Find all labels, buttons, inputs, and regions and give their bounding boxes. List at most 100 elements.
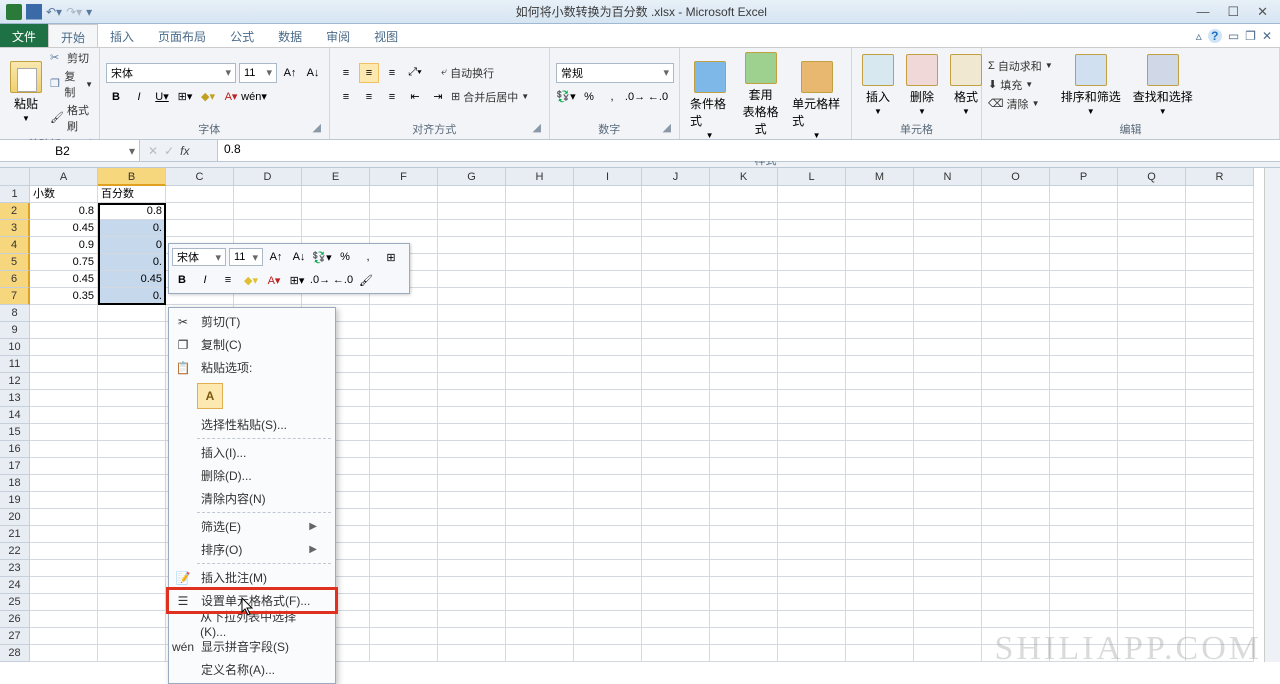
- cell-N19[interactable]: [914, 492, 982, 509]
- cell-A2[interactable]: 0.8: [30, 203, 98, 220]
- cell-N17[interactable]: [914, 458, 982, 475]
- cell-M18[interactable]: [846, 475, 914, 492]
- cell-P19[interactable]: [1050, 492, 1118, 509]
- cell-R25[interactable]: [1186, 594, 1254, 611]
- dropdown-icon[interactable]: ▼: [22, 114, 30, 123]
- cell-O15[interactable]: [982, 424, 1050, 441]
- cell-B11[interactable]: [98, 356, 166, 373]
- row-header-4[interactable]: 4: [0, 237, 30, 254]
- increase-font-button[interactable]: A↑: [280, 63, 300, 83]
- col-header-K[interactable]: K: [710, 168, 778, 186]
- cell-Q13[interactable]: [1118, 390, 1186, 407]
- comma-button[interactable]: ,: [602, 87, 622, 107]
- dropdown-icon[interactable]: ▾: [663, 66, 669, 79]
- align-middle-button[interactable]: ≡: [359, 63, 379, 83]
- cell-L4[interactable]: [778, 237, 846, 254]
- cell-Q8[interactable]: [1118, 305, 1186, 322]
- cell-L21[interactable]: [778, 526, 846, 543]
- cell-N14[interactable]: [914, 407, 982, 424]
- cell-A6[interactable]: 0.45: [30, 271, 98, 288]
- cell-I4[interactable]: [574, 237, 642, 254]
- cell-G14[interactable]: [438, 407, 506, 424]
- cell-A9[interactable]: [30, 322, 98, 339]
- dropdown-icon[interactable]: ▾: [266, 66, 272, 79]
- cell-Q16[interactable]: [1118, 441, 1186, 458]
- cell-M24[interactable]: [846, 577, 914, 594]
- cell-B19[interactable]: [98, 492, 166, 509]
- cell-F16[interactable]: [370, 441, 438, 458]
- cell-B21[interactable]: [98, 526, 166, 543]
- cell-H14[interactable]: [506, 407, 574, 424]
- mini-font-combo[interactable]: 宋体▾: [172, 248, 226, 266]
- cell-B8[interactable]: [98, 305, 166, 322]
- cell-C3[interactable]: [166, 220, 234, 237]
- cell-E3[interactable]: [302, 220, 370, 237]
- cell-Q14[interactable]: [1118, 407, 1186, 424]
- cell-G25[interactable]: [438, 594, 506, 611]
- cell-P3[interactable]: [1050, 220, 1118, 237]
- cell-A12[interactable]: [30, 373, 98, 390]
- cell-K24[interactable]: [710, 577, 778, 594]
- row-header-3[interactable]: 3: [0, 220, 30, 237]
- cell-Q25[interactable]: [1118, 594, 1186, 611]
- tab-insert[interactable]: 插入: [98, 24, 146, 47]
- cut-button[interactable]: ✂剪切: [50, 50, 93, 66]
- cell-K4[interactable]: [710, 237, 778, 254]
- mini-decrease-font[interactable]: A↓: [289, 247, 309, 267]
- cell-P25[interactable]: [1050, 594, 1118, 611]
- cell-A26[interactable]: [30, 611, 98, 628]
- cell-H24[interactable]: [506, 577, 574, 594]
- cell-I15[interactable]: [574, 424, 642, 441]
- cell-G1[interactable]: [438, 186, 506, 203]
- cell-B9[interactable]: [98, 322, 166, 339]
- cell-I16[interactable]: [574, 441, 642, 458]
- cell-L19[interactable]: [778, 492, 846, 509]
- cell-R17[interactable]: [1186, 458, 1254, 475]
- cell-J19[interactable]: [642, 492, 710, 509]
- copy-button[interactable]: ❐复制▼: [50, 68, 93, 100]
- cell-M4[interactable]: [846, 237, 914, 254]
- cell-K27[interactable]: [710, 628, 778, 645]
- cell-P1[interactable]: [1050, 186, 1118, 203]
- cell-L17[interactable]: [778, 458, 846, 475]
- row-header-27[interactable]: 27: [0, 628, 30, 645]
- underline-button[interactable]: U▾: [152, 87, 172, 107]
- cell-I12[interactable]: [574, 373, 642, 390]
- cell-K21[interactable]: [710, 526, 778, 543]
- cell-H2[interactable]: [506, 203, 574, 220]
- cell-G18[interactable]: [438, 475, 506, 492]
- align-right-button[interactable]: ≡: [382, 87, 402, 107]
- cell-N6[interactable]: [914, 271, 982, 288]
- find-select-button[interactable]: 查找和选择▼: [1129, 52, 1197, 118]
- cell-B12[interactable]: [98, 373, 166, 390]
- cell-P11[interactable]: [1050, 356, 1118, 373]
- mini-border[interactable]: ⊞▾: [287, 270, 307, 290]
- cell-R21[interactable]: [1186, 526, 1254, 543]
- enter-icon[interactable]: ✓: [164, 144, 174, 158]
- cell-K7[interactable]: [710, 288, 778, 305]
- cell-I14[interactable]: [574, 407, 642, 424]
- cell-G4[interactable]: [438, 237, 506, 254]
- fill-color-button[interactable]: ◆▾: [198, 87, 218, 107]
- col-header-H[interactable]: H: [506, 168, 574, 186]
- cell-O25[interactable]: [982, 594, 1050, 611]
- ctx-insert[interactable]: 插入(I)...: [169, 441, 335, 464]
- launcher-icon[interactable]: ◢: [663, 121, 671, 134]
- cell-P18[interactable]: [1050, 475, 1118, 492]
- cell-M5[interactable]: [846, 254, 914, 271]
- cell-L10[interactable]: [778, 339, 846, 356]
- col-header-A[interactable]: A: [30, 168, 98, 186]
- cell-H17[interactable]: [506, 458, 574, 475]
- cell-K15[interactable]: [710, 424, 778, 441]
- cell-J23[interactable]: [642, 560, 710, 577]
- cell-M21[interactable]: [846, 526, 914, 543]
- cell-N12[interactable]: [914, 373, 982, 390]
- cell-L27[interactable]: [778, 628, 846, 645]
- cell-F27[interactable]: [370, 628, 438, 645]
- cell-H23[interactable]: [506, 560, 574, 577]
- cell-G17[interactable]: [438, 458, 506, 475]
- cell-A19[interactable]: [30, 492, 98, 509]
- cell-G2[interactable]: [438, 203, 506, 220]
- tab-data[interactable]: 数据: [266, 24, 314, 47]
- cell-O2[interactable]: [982, 203, 1050, 220]
